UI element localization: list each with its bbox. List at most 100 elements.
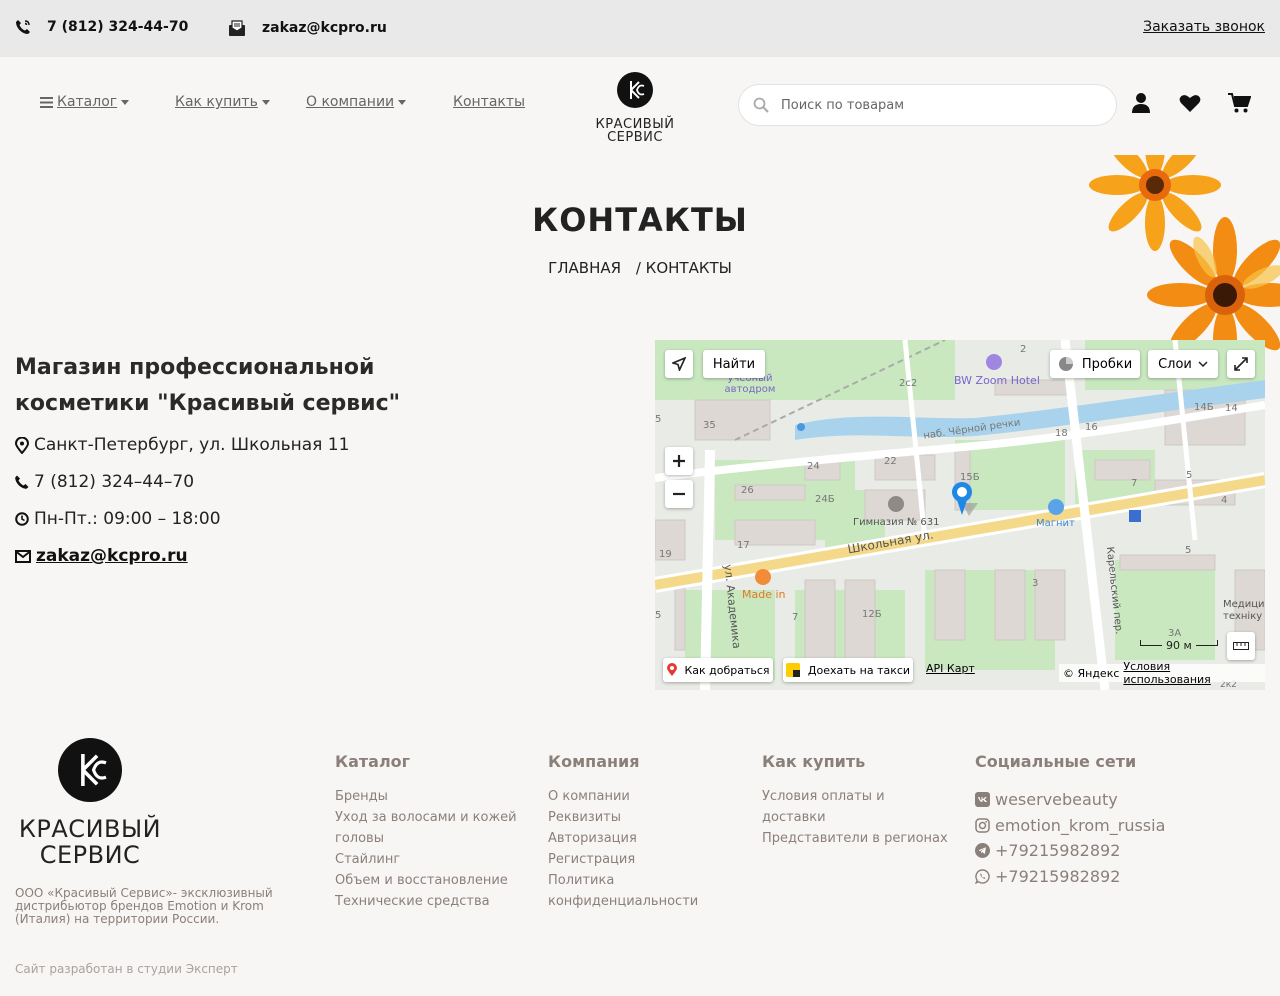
nav-how-to-buy[interactable]: Как купить [175,94,270,110]
search-input[interactable] [781,97,1081,113]
footer-link[interactable]: О компании [548,786,698,807]
footer-link[interactable]: доставки [762,807,948,828]
layers-label: Слои [1158,356,1192,372]
ruler-button[interactable] [1227,632,1255,660]
breadcrumb-home[interactable]: ГЛАВНАЯ [548,259,621,277]
taxi-label: Доехать на такси [807,663,911,677]
mail-envelope-icon [229,20,245,36]
nav-contacts[interactable]: Контакты [453,94,525,110]
taxi-icon [785,663,800,677]
contact-email[interactable]: zakaz@kcpro.ru [15,546,188,566]
search-icon [753,97,769,113]
map-num: 5 [1186,470,1193,481]
breadcrumb: ГЛАВНАЯ / КОНТАКТЫ [0,259,1280,277]
nav-catalog-label: Каталог [57,94,118,110]
logo-mark-icon [58,738,122,802]
map-num: 3 [1032,578,1039,589]
top-email[interactable]: zakaz@kcpro.ru [228,19,387,37]
route-pin-icon [667,663,678,676]
geolocation-button[interactable] [665,350,693,378]
cart-icon[interactable] [1228,93,1251,113]
contact-address: Санкт-Петербург, ул. Школьная 11 [15,435,349,455]
flowers-decoration [1085,155,1280,355]
vk-icon [975,792,990,808]
logo-mark-icon [617,72,653,108]
contact-phone[interactable]: 7 (812) 324–44–70 [15,472,194,492]
site-logo[interactable]: КРАСИВЫЙ СЕРВИС [590,72,680,144]
top-phone-text: 7 (812) 324-44-70 [47,19,189,35]
map-scale: 90 м [1140,638,1220,652]
contact-email-link[interactable]: zakaz@kcpro.ru [36,546,188,566]
social-vk[interactable]: weservebeauty [975,787,1165,813]
nav-about-label: О компании [306,94,395,110]
map-num: 2 [1020,344,1027,355]
footer-logo[interactable]: КРАСИВЫЙ СЕРВИС [15,738,165,868]
footer-link[interactable]: Политика [548,870,698,891]
top-phone[interactable]: 7 (812) 324-44-70 [15,19,188,35]
map-num: 2с2 [899,378,918,389]
fullscreen-button[interactable] [1227,350,1255,378]
map-find-button[interactable]: Найти [703,350,765,378]
footer-link[interactable]: конфиденциальности [548,891,698,912]
social-instagram[interactable]: emotion_krom_russia [975,813,1165,839]
traffic-button[interactable]: Пробки [1050,350,1140,378]
nav-about[interactable]: О компании [306,94,407,110]
expand-icon [1234,357,1248,371]
footer-link[interactable]: Технические средства [335,891,517,912]
zoom-in-button[interactable] [665,447,693,475]
terms-link[interactable]: Условия использования [1123,660,1261,686]
breadcrumb-separator: / [635,259,641,277]
zoom-out-button[interactable] [665,480,693,508]
store-name: Магазин профессиональной косметики "Крас… [15,355,401,416]
footer-social-links: weservebeauty emotion_krom_russia +79215… [975,787,1165,889]
user-icon[interactable] [1131,92,1151,114]
taxi-button[interactable]: Доехать на такси [783,658,913,682]
map-num: 5 [1185,545,1192,556]
footer-social-title: Социальные сети [975,752,1137,771]
footer-developer[interactable]: Сайт разработан в студии Эксперт [15,962,238,976]
map-num: 16 [1085,422,1098,433]
social-whatsapp[interactable]: +79215982892 [975,864,1165,890]
map-num: 14Б [1194,402,1214,413]
footer-link[interactable]: Реквизиты [548,807,698,828]
map-num: 4 [1221,495,1228,506]
route-label: Как добраться [684,663,770,677]
map-label-hotel: BW Zoom Hotel [954,374,1040,387]
location-arrow-icon [672,357,686,371]
social-telegram-label: +79215982892 [995,841,1121,860]
yandex-map[interactable]: BW Zoom Hotel учебный автодром наб. Чёрн… [655,340,1265,690]
footer-link[interactable]: головы [335,828,517,849]
nav-how-to-buy-label: Как купить [175,94,258,110]
header: Каталог Как купить О компании Контакты К… [0,57,1280,157]
footer-link[interactable]: Авторизация [548,828,698,849]
footer-link[interactable]: Объем и восстановление [335,870,517,891]
chevron-down-icon [261,99,270,105]
callback-link[interactable]: Заказать звонок [1143,19,1265,35]
social-telegram[interactable]: +79215982892 [975,838,1165,864]
map-num: 7 [792,612,799,623]
route-button[interactable]: Как добраться [663,658,773,682]
api-maps-link[interactable]: API Карт [926,662,975,675]
map-num: 26 [741,485,754,496]
map-num: 22 [884,456,897,467]
footer-link[interactable]: Уход за волосами и кожей [335,807,517,828]
nav-catalog[interactable]: Каталог [40,94,130,110]
footer-howto-title: Как купить [762,752,866,771]
chevron-down-icon [1198,361,1208,367]
phone-icon [15,475,29,489]
layers-button[interactable]: Слои [1148,350,1218,378]
contact-hours-text: Пн-Пт.: 09:00 – 18:00 [34,509,221,529]
map-num: 18 [1055,428,1068,439]
social-whatsapp-label: +79215982892 [995,866,1121,886]
breadcrumb-current: КОНТАКТЫ [645,259,732,277]
map-num: 35 [703,420,716,431]
heart-icon[interactable] [1179,94,1201,113]
footer-catalog-title: Каталог [335,752,411,771]
footer-link[interactable]: Бренды [335,786,517,807]
footer-link[interactable]: Регистрация [548,849,698,870]
footer-link[interactable]: Условия оплаты и [762,786,948,807]
footer-link[interactable]: Стайлинг [335,849,517,870]
search-bar[interactable] [738,84,1117,126]
map-copyright: © Яндекс Условия использования [1059,660,1265,686]
footer-link[interactable]: Представители в регионах [762,828,948,849]
